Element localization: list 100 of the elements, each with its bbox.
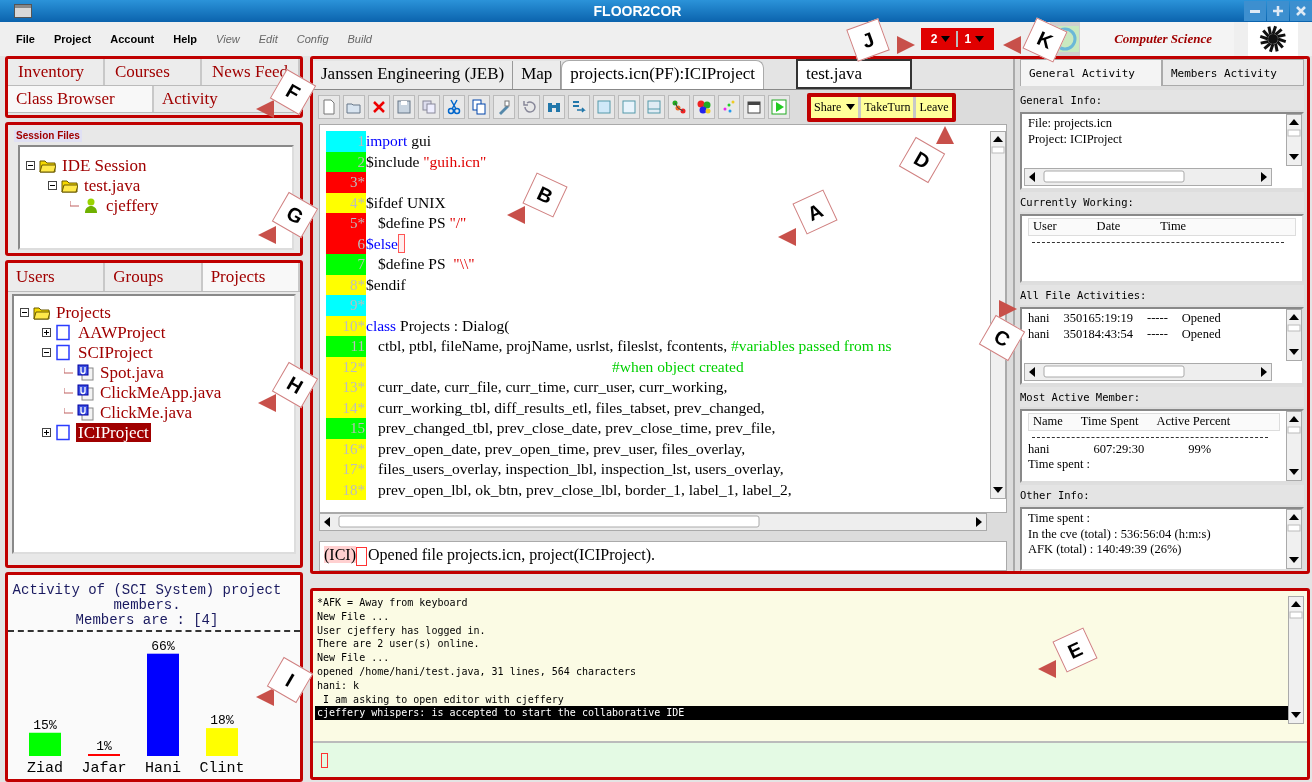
tab[interactable]: Users <box>8 263 106 291</box>
column-header: Active Percent <box>1156 414 1231 430</box>
minimize-button[interactable] <box>1244 1 1266 21</box>
line-number: 10* <box>326 315 366 336</box>
tab[interactable]: Map <box>513 61 562 89</box>
table-cell: ----- <box>1147 326 1168 342</box>
user-icon <box>83 196 100 214</box>
tree-item[interactable]: ICIProject <box>76 422 151 442</box>
collapse-icon[interactable] <box>20 307 29 317</box>
vertical-scrollbar[interactable] <box>1288 596 1304 724</box>
tree-item[interactable]: ClickMeApp.java <box>98 382 224 402</box>
tree-item[interactable]: Spot.java <box>98 362 166 382</box>
section-heading: Other Info: <box>1020 485 1304 505</box>
callout-pointer-icon <box>258 226 276 244</box>
calendar-icon <box>746 99 762 115</box>
replace-icon <box>571 99 587 115</box>
vertical-scrollbar[interactable] <box>1286 309 1302 361</box>
notification-button[interactable]: 1 <box>956 31 991 47</box>
log-line[interactable]: *AFK = Away from keyboard <box>315 596 468 610</box>
expand-icon[interactable] <box>42 327 51 337</box>
toolbar-button[interactable] <box>693 95 715 119</box>
tree-item[interactable]: cjeffery <box>104 195 161 215</box>
menu-item[interactable]: Project <box>53 33 92 45</box>
toolbar-button[interactable] <box>668 95 690 119</box>
log-line[interactable]: New File ... <box>315 609 390 624</box>
table-cell: hani <box>1028 311 1050 327</box>
info-line: Time spent : <box>1028 457 1092 473</box>
menu-item[interactable]: Help <box>173 33 198 45</box>
close-button[interactable] <box>1290 1 1312 21</box>
toolbar-button[interactable] <box>743 95 765 119</box>
collapse-icon[interactable] <box>48 180 57 190</box>
chart-subtitle: Members are : [4] <box>74 613 220 628</box>
line-number: 5* <box>326 213 366 234</box>
callout-pointer-icon <box>256 688 274 706</box>
document-icon <box>55 343 72 361</box>
table-cell: hani <box>1028 326 1050 342</box>
tab[interactable]: Members Activity <box>1162 59 1304 86</box>
message-input-field[interactable] <box>313 743 1307 777</box>
line-number: 4* <box>326 192 366 213</box>
table-cell: hani <box>1028 441 1050 457</box>
java-file-icon <box>77 363 94 381</box>
notification-button[interactable]: 2 <box>924 31 957 47</box>
log-line[interactable]: There are 2 user(s) online. <box>315 637 480 652</box>
log-line[interactable]: hani: k <box>315 678 360 693</box>
line-number: 17* <box>326 459 366 480</box>
vertical-scrollbar[interactable] <box>1286 509 1302 569</box>
expand-icon[interactable] <box>42 427 51 437</box>
table-cell: Opened <box>1181 311 1221 327</box>
line-number: 6 <box>326 233 366 254</box>
toolbar-button[interactable]: Leave <box>916 96 952 118</box>
tree-item[interactable]: IDE Session <box>60 155 149 175</box>
info-line: Time spent : <box>1028 511 1092 527</box>
tab[interactable]: projects.icn(PF):ICIProject <box>561 60 764 89</box>
value-label: 18% <box>210 713 234 729</box>
tab[interactable]: Groups <box>105 263 203 291</box>
horizontal-scrollbar[interactable] <box>1024 363 1272 381</box>
maximize-button[interactable] <box>1267 1 1289 21</box>
log-line[interactable]: User cjeffery has logged in. <box>315 623 486 638</box>
vertical-scrollbar[interactable] <box>1286 114 1302 166</box>
column-header: Date <box>1096 219 1121 235</box>
tab[interactable]: Class Browser <box>8 86 154 112</box>
tree-item[interactable]: test.java <box>82 175 143 195</box>
tree-item[interactable]: AAWProject <box>76 322 168 342</box>
toolbar-button[interactable] <box>443 95 465 119</box>
horizontal-scrollbar[interactable] <box>1024 168 1272 186</box>
log-line[interactable]: opened /home/hani/test.java, 31 lines, 564 characters <box>315 665 637 679</box>
dots-icon <box>721 99 737 115</box>
toolbar-button[interactable]: TakeTurn <box>861 96 914 118</box>
emblem-icon <box>1258 24 1288 54</box>
tab[interactable]: Projects <box>202 263 300 291</box>
tab[interactable]: General Activity <box>1020 59 1162 86</box>
log-line[interactable]: I am asking to open editor with cjeffery <box>315 692 564 707</box>
tab[interactable]: Inventory <box>8 59 105 85</box>
tree-item[interactable]: SCIProject <box>76 342 155 362</box>
vertical-scrollbar[interactable] <box>1286 411 1302 481</box>
menu-item: Config <box>296 33 329 45</box>
menu-item[interactable]: Account <box>110 33 155 45</box>
log-line[interactable]: New File ... <box>315 651 390 665</box>
document-icon <box>55 423 72 441</box>
tree-item[interactable]: ClickMe.java <box>98 402 195 422</box>
window-title: FLOOR2COR <box>592 3 683 19</box>
tab[interactable]: Janssen Engineering (JEB) <box>313 61 514 89</box>
tree-item[interactable]: Projects <box>54 302 113 322</box>
collapse-icon[interactable] <box>42 347 51 357</box>
brand-text: Computer Science <box>1114 31 1212 47</box>
section-heading: All File Activities: <box>1020 285 1304 305</box>
run-icon <box>771 99 787 115</box>
collapse-icon[interactable] <box>26 160 35 170</box>
code-line: prev_open_date, prev_open_time, prev_user, files_overlay, <box>377 438 746 459</box>
callout-pointer-icon <box>897 36 915 54</box>
horizontal-scrollbar[interactable] <box>319 513 987 531</box>
toolbar-button[interactable]: Share <box>811 96 859 118</box>
line-number: 18* <box>326 479 366 500</box>
table-cell: ----- <box>1147 311 1168 327</box>
menu-item[interactable]: File <box>16 33 35 45</box>
value-label: 1% <box>96 739 112 754</box>
tab[interactable]: test.java <box>795 59 912 89</box>
bar <box>206 728 238 756</box>
tab[interactable]: Courses <box>105 59 202 85</box>
callout-pointer-icon <box>999 300 1017 318</box>
